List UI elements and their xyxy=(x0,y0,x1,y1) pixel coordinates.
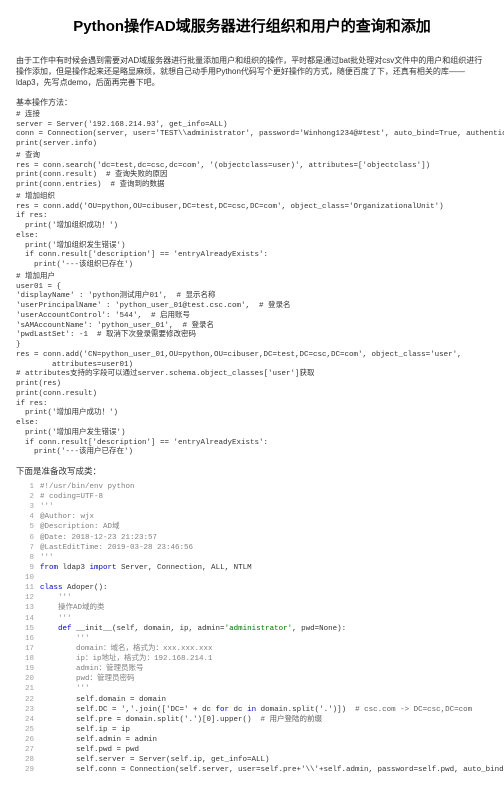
line-number: 10 xyxy=(16,573,40,583)
line-number: 14 xyxy=(16,614,40,624)
line-number: 4 xyxy=(16,512,40,522)
page-title: Python操作AD域服务器进行组织和用户的查询和添加 xyxy=(16,16,488,37)
line-number: 27 xyxy=(16,745,40,755)
code-content: ''' xyxy=(40,684,90,694)
line-number: 28 xyxy=(16,755,40,765)
code-line: 14 ''' xyxy=(16,614,488,624)
code-line: 24 self.pre = domain.split('.')[0].upper… xyxy=(16,715,488,725)
code-content: 操作AD域的类 xyxy=(40,603,105,613)
code-line: 13 操作AD域的类 xyxy=(16,603,488,613)
line-number: 24 xyxy=(16,715,40,725)
line-number: 7 xyxy=(16,543,40,553)
code-line: 20 pwd：管理员密码 xyxy=(16,674,488,684)
code-content: #!/usr/bin/env python xyxy=(40,482,135,492)
line-number: 3 xyxy=(16,502,40,512)
line-number: 22 xyxy=(16,695,40,705)
line-number: 15 xyxy=(16,624,40,634)
code-content: @Date: 2018-12-23 21:23:57 xyxy=(40,533,157,543)
line-number: 2 xyxy=(16,492,40,502)
code-content: self.pwd = pwd xyxy=(40,745,139,755)
sub-heading: 下面是准备改写成类： xyxy=(16,466,488,478)
line-number: 6 xyxy=(16,533,40,543)
code-line: 18 ip：ip地址，格式为：192.168.214.1 xyxy=(16,654,488,664)
line-number: 16 xyxy=(16,634,40,644)
code-line: 25 self.ip = ip xyxy=(16,725,488,735)
line-number: 21 xyxy=(16,684,40,694)
code-line: 10 xyxy=(16,573,488,583)
line-number: 20 xyxy=(16,674,40,684)
addorg-block: # 增加组织 res = conn.add('OU=python,OU=cibu… xyxy=(16,193,488,271)
code-content: self.DC = ','.join(['DC=' + dc for dc in… xyxy=(40,705,472,715)
code-content: @Description: AD域 xyxy=(40,522,120,532)
code-line: 27 self.pwd = pwd xyxy=(16,745,488,755)
line-number: 18 xyxy=(16,654,40,664)
intro-text: 由于工作中有时候会遇到需要对AD域服务器进行批量添加用户和组织的操作，平时都是通… xyxy=(16,55,488,89)
code-content: self.pre = domain.split('.')[0].upper() … xyxy=(40,715,322,725)
line-number: 1 xyxy=(16,482,40,492)
code-line: 29 self.conn = Connection(self.server, u… xyxy=(16,765,488,775)
code-line: 8''' xyxy=(16,553,488,563)
line-number: 19 xyxy=(16,664,40,674)
code-line: 9from ldap3 import Server, Connection, A… xyxy=(16,563,488,573)
line-number: 23 xyxy=(16,705,40,715)
code-content: self.conn = Connection(self.server, user… xyxy=(40,765,504,775)
query-block: # 查询 res = conn.search('dc=test,dc=csc,d… xyxy=(16,152,488,191)
code-content: class Adoper(): xyxy=(40,583,108,593)
code-line: 11class Adoper(): xyxy=(16,583,488,593)
code-line: 26 self.admin = admin xyxy=(16,735,488,745)
line-number: 11 xyxy=(16,583,40,593)
code-line: 5@Description: AD域 xyxy=(16,522,488,532)
code-content: @Author: wjx xyxy=(40,512,94,522)
code-content: ''' xyxy=(40,634,90,644)
code-line: 3''' xyxy=(16,502,488,512)
line-number: 12 xyxy=(16,593,40,603)
line-number: 17 xyxy=(16,644,40,654)
code-editor: 1#!/usr/bin/env python2# coding=UTF-83''… xyxy=(16,482,488,776)
code-line: 19 admin：管理员账号 xyxy=(16,664,488,674)
code-line: 6@Date: 2018-12-23 21:23:57 xyxy=(16,533,488,543)
code-content: domain：域名，格式为：xxx.xxx.xxx xyxy=(40,644,213,654)
code-content: ''' xyxy=(40,502,54,512)
code-line: 1#!/usr/bin/env python xyxy=(16,482,488,492)
code-content: self.admin = admin xyxy=(40,735,157,745)
code-line: 28 self.server = Server(self.ip, get_inf… xyxy=(16,755,488,765)
code-line: 4@Author: wjx xyxy=(16,512,488,522)
code-content: @LastEditTime: 2019-03-28 23:46:56 xyxy=(40,543,193,553)
code-content: self.domain = domain xyxy=(40,695,166,705)
connect-block: # 连接 server = Server('192.168.214.93', g… xyxy=(16,111,488,150)
code-content: def __init__(self, domain, ip, admin='ad… xyxy=(40,624,346,634)
adduser-block: # 增加用户 user01 = { 'displayName' : 'pytho… xyxy=(16,273,488,458)
code-line: 12 ''' xyxy=(16,593,488,603)
code-content: admin：管理员账号 xyxy=(40,664,144,674)
code-line: 7@LastEditTime: 2019-03-28 23:46:56 xyxy=(16,543,488,553)
code-line: 23 self.DC = ','.join(['DC=' + dc for dc… xyxy=(16,705,488,715)
line-number: 9 xyxy=(16,563,40,573)
code-line: 21 ''' xyxy=(16,684,488,694)
basic-method-label: 基本操作方法： xyxy=(16,97,488,108)
code-line: 2# coding=UTF-8 xyxy=(16,492,488,502)
code-line: 16 ''' xyxy=(16,634,488,644)
code-content: from ldap3 import Server, Connection, AL… xyxy=(40,563,252,573)
code-content: ''' xyxy=(40,593,72,603)
code-content: ip：ip地址，格式为：192.168.214.1 xyxy=(40,654,213,664)
code-content: pwd：管理员密码 xyxy=(40,674,135,684)
code-content: ''' xyxy=(40,553,54,563)
code-content: self.server = Server(self.ip, get_info=A… xyxy=(40,755,270,765)
line-number: 13 xyxy=(16,603,40,613)
line-number: 25 xyxy=(16,725,40,735)
code-line: 22 self.domain = domain xyxy=(16,695,488,705)
line-number: 8 xyxy=(16,553,40,563)
line-number: 5 xyxy=(16,522,40,532)
code-content: ''' xyxy=(40,614,72,624)
line-number: 29 xyxy=(16,765,40,775)
code-line: 15 def __init__(self, domain, ip, admin=… xyxy=(16,624,488,634)
code-line: 17 domain：域名，格式为：xxx.xxx.xxx xyxy=(16,644,488,654)
code-content: self.ip = ip xyxy=(40,725,130,735)
line-number: 26 xyxy=(16,735,40,745)
code-content: # coding=UTF-8 xyxy=(40,492,103,502)
